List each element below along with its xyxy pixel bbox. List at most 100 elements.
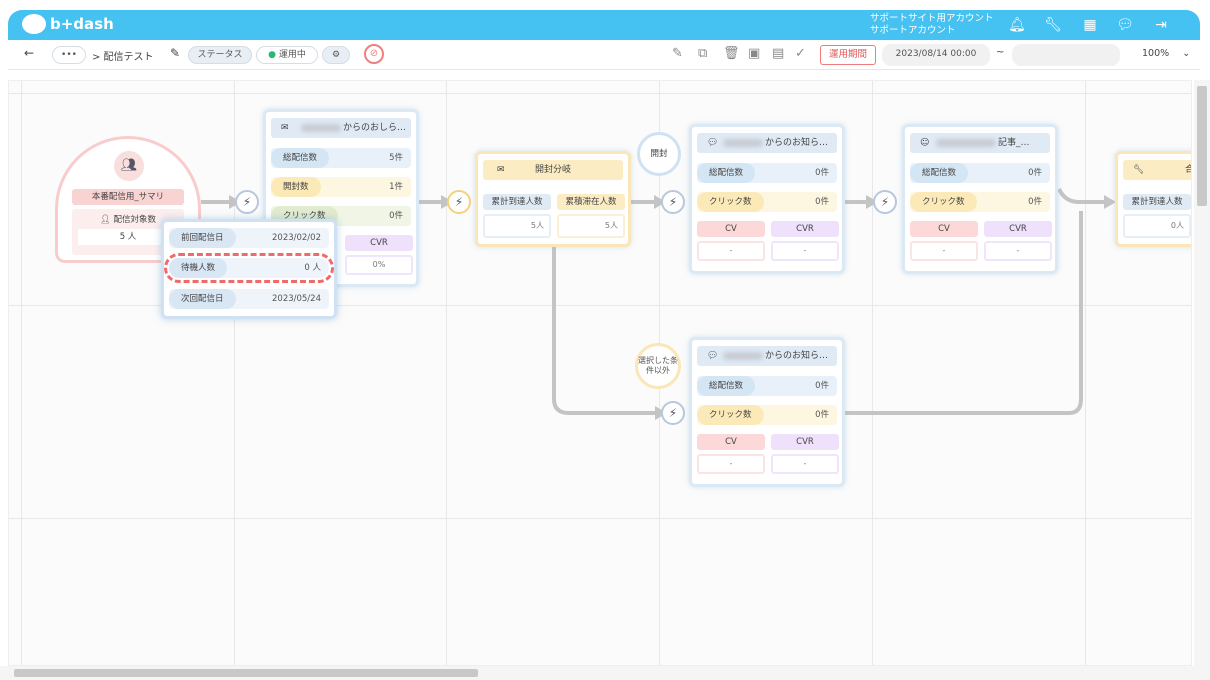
account-name[interactable]: サポートサイト用アカウント サポートアカウント [870, 13, 994, 37]
status-button[interactable]: ステータス [188, 46, 252, 64]
push-icon: ☺ [920, 138, 930, 148]
merge-header: 🔧︎ 合流 [1123, 160, 1191, 180]
line-node-title: からのお知ら… [765, 351, 829, 361]
branch-title: 開封分岐 [535, 165, 572, 175]
vertical-scrollbar[interactable] [1194, 80, 1210, 666]
wrench-icon: 🔧︎ [1133, 165, 1145, 175]
line-node-header: 💬︎ からのお知ら… [697, 346, 837, 366]
click-label: クリック数 [910, 192, 977, 212]
line-node-header: 💬︎ からのお知ら… [697, 133, 837, 153]
trigger-bolt-icon[interactable]: ⚡︎ [661, 401, 685, 425]
cvr-value: - [984, 241, 1052, 261]
sent-value: 5件 [389, 153, 403, 163]
range-tilde: ~ [996, 47, 1005, 58]
settings-gear-button[interactable]: ⚙ [322, 46, 350, 64]
next-date-label: 次回配信日 [169, 289, 236, 309]
open-branch-node[interactable]: ✉ 開封分岐 累計到達人数 累積滞在人数 5人 5人 [475, 151, 631, 247]
open-label: 開封数 [271, 177, 321, 197]
chevron-down-icon: ⌄ [1182, 48, 1191, 59]
click-value: 0件 [815, 197, 829, 207]
document-icon[interactable]: ▤ [772, 46, 784, 61]
wrench-icon[interactable]: 🔧︎ [1044, 16, 1062, 34]
start-datetime-field[interactable]: 2023/08/14 00:00 [882, 44, 990, 66]
archive-icon[interactable]: ▣ [748, 46, 760, 61]
cv-value: - [697, 241, 765, 261]
account-line1: サポートサイト用アカウント [870, 13, 994, 24]
cvr-label: CVR [345, 235, 413, 251]
mail-node-header: ✉ からのおしら… [271, 118, 411, 138]
merge-node[interactable]: 🔧︎ 合流 累計到達人数 0人 [1115, 151, 1191, 247]
cum-reach-label: 累計到達人数 [483, 194, 551, 210]
cv-value: - [910, 241, 978, 261]
cum-reach-label: 累計到達人数 [1123, 194, 1191, 210]
back-arrow-icon[interactable]: ← [24, 46, 34, 60]
chat-bot-icon[interactable]: 💬︎ [1116, 16, 1134, 34]
group-users-icon: 👥︎ [114, 151, 144, 181]
breadcrumb: > 配信テスト [92, 52, 154, 63]
trash-icon[interactable]: 🗑︎ [723, 46, 740, 61]
logo-text: b+dash [50, 15, 114, 33]
sent-label: 総配信数 [271, 148, 330, 168]
cum-reach-value: 0人 [1123, 214, 1191, 238]
horizontal-scroll-thumb[interactable] [14, 669, 478, 677]
cv-label: CV [910, 221, 978, 237]
cum-reach-value: 5人 [483, 214, 551, 238]
logo-bubble-icon [22, 14, 46, 34]
cvr-label: CVR [984, 221, 1052, 237]
bell-icon[interactable]: 🔔︎ [1008, 16, 1026, 34]
cvr-value: - [771, 454, 839, 474]
period-button[interactable]: 運用期間 [820, 45, 876, 65]
click-label: クリック数 [697, 405, 764, 425]
sent-label: 総配信数 [910, 163, 969, 183]
line-message-node[interactable]: 💬︎ からのお知ら… 総配信数 0件 クリック数 0件 CV CVR - - [689, 124, 845, 274]
stop-delivery-icon[interactable]: ⊘ [364, 44, 384, 64]
open-envelope-icon: ✉ [497, 165, 505, 175]
click-label: クリック数 [697, 192, 764, 212]
end-datetime-field[interactable] [1012, 44, 1120, 66]
edit-pencil-icon[interactable]: ✎ [170, 46, 180, 60]
trigger-bolt-icon[interactable]: ⚡︎ [235, 190, 259, 214]
account-line2: サポートアカウント [870, 25, 956, 36]
vertical-scroll-thumb[interactable] [1197, 86, 1207, 206]
flow-toolbar: ← ••• > 配信テスト ✎ ステータス ● 運用中 ⚙ ⊘ ✎ ⧉ 🗑︎ ▣… [8, 40, 1200, 70]
zoom-value: 100% [1142, 48, 1170, 59]
cvr-value: 0% [345, 255, 413, 275]
click-value: 0件 [1028, 197, 1042, 207]
person-icon: 👤︎ [99, 215, 111, 225]
apps-grid-icon[interactable]: ▦ [1081, 16, 1099, 34]
horizontal-scrollbar[interactable] [0, 666, 1210, 680]
trigger-bolt-icon[interactable]: ⚡︎ [661, 190, 685, 214]
chat-bubble-icon: 💬︎ [707, 138, 719, 148]
click-value: 0件 [389, 211, 403, 221]
sent-value: 0件 [815, 381, 829, 391]
merge-title: 合流 [1185, 165, 1191, 175]
more-menu-button[interactable]: ••• [52, 46, 86, 64]
push-node-header: ☺ 記事_… [910, 133, 1050, 153]
push-node-title: 記事_… [998, 138, 1030, 148]
envelope-icon: ✉ [281, 123, 289, 133]
check-circle-icon[interactable]: ✓ [795, 46, 806, 61]
trigger-bolt-icon[interactable]: ⚡︎ [873, 190, 897, 214]
push-node[interactable]: ☺ 記事_… 総配信数 0件 クリック数 0件 CV CVR - - [902, 124, 1058, 274]
segment-title: 本番配信用_サマリ [72, 189, 184, 205]
sent-value: 0件 [815, 168, 829, 178]
cvr-label: CVR [771, 434, 839, 450]
sent-label: 総配信数 [697, 376, 756, 396]
copy-icon[interactable]: ⧉ [698, 46, 707, 61]
flow-canvas[interactable]: 👥︎ 本番配信用_サマリ 👤︎ 配信対象数 5 人 ⚡︎ ✉ からのおしら… 総配… [8, 80, 1192, 666]
click-value: 0件 [815, 410, 829, 420]
sent-value: 0件 [1028, 168, 1042, 178]
logout-icon[interactable]: ⇥ [1152, 16, 1170, 34]
prev-date-value: 2023/02/02 [272, 233, 321, 243]
edit-note-icon[interactable]: ✎ [672, 46, 683, 61]
line-message-node-else[interactable]: 💬︎ からのお知ら… 総配信数 0件 クリック数 0件 CV CVR - - [689, 337, 845, 487]
app-logo[interactable]: b+dash [22, 14, 114, 34]
mail-node-title: からのおしら… [343, 123, 407, 133]
zoom-select[interactable]: 100% ⌄ [1142, 48, 1190, 59]
running-status-badge[interactable]: ● 運用中 [256, 46, 318, 64]
cum-stay-value: 5人 [557, 214, 625, 238]
cum-stay-label: 累積滞在人数 [557, 194, 625, 210]
trigger-bolt-icon[interactable]: ⚡︎ [447, 190, 471, 214]
app-header: b+dash サポートサイト用アカウント サポートアカウント 🔔︎ 🔧︎ ▦ 💬︎… [8, 10, 1200, 40]
cv-label: CV [697, 221, 765, 237]
